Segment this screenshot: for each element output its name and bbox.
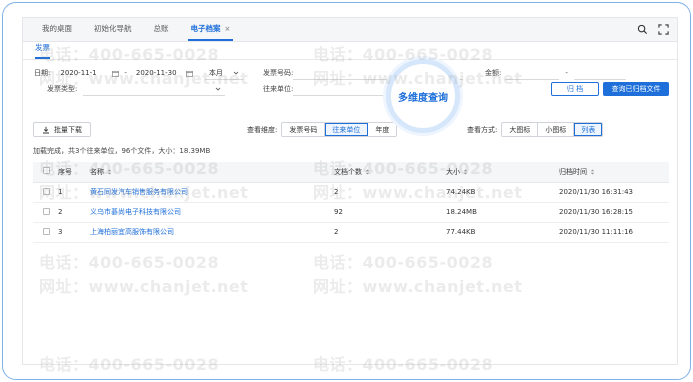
date-label: 日期:: [34, 69, 51, 77]
table-row[interactable]: 3 上海柏丽宜高服饰有限公司 2 77.44KB 2020/11/30 11:1…: [33, 222, 669, 243]
col-archive-time[interactable]: 归档时间: [556, 162, 669, 183]
col-size-label: 大小: [446, 167, 460, 176]
search-icon[interactable]: [637, 24, 648, 35]
sort-icon[interactable]: [463, 169, 468, 175]
select-all-cell[interactable]: [33, 162, 55, 183]
load-summary: 加载完成，共3个往来单位，96个文件，大小：18.39MB: [33, 147, 211, 155]
row-checkbox[interactable]: [43, 187, 50, 195]
archive-button[interactable]: 归 档: [551, 82, 599, 96]
amount-max-input[interactable]: [573, 67, 626, 80]
chevron-down-icon: [233, 71, 239, 75]
col-count-label: 文档个数: [334, 167, 362, 176]
amount-min-input[interactable]: [505, 67, 560, 80]
dimension-label: 查看维度:: [247, 125, 278, 134]
callout-text: 多维度查询: [398, 92, 448, 104]
row-name-link[interactable]: 黄石同发汽车销售服务有限公司: [87, 182, 331, 203]
query-archived-button[interactable]: 查询已归档文件: [603, 82, 669, 96]
toolbar: 批量下载 查看维度: 发票号码 往来单位 年度 查看方式: 大图标 小图标 列表: [23, 122, 677, 138]
app-window: 我的桌面 初始化导航 总账 电子档案 × 发票 日期: 2020-11-1 - …: [22, 17, 678, 365]
col-name[interactable]: 名称: [87, 162, 331, 183]
col-index: 序号: [55, 162, 87, 183]
dimension-option-partner[interactable]: 往来单位: [325, 123, 369, 136]
dimension-segmented-control: 发票号码 往来单位 年度: [281, 122, 398, 137]
table-row[interactable]: 2 义乌市碁尚电子科技有限公司 92 18.24MB 2020/11/30 16…: [33, 202, 669, 223]
tab-e-archive[interactable]: 电子档案 ×: [180, 23, 242, 41]
date-from-value: 2020-11-1: [60, 69, 97, 77]
sort-icon[interactable]: [107, 169, 112, 175]
tab-my-desktop[interactable]: 我的桌面: [31, 23, 83, 41]
row-time: 2020/11/30 11:11:16: [556, 222, 669, 243]
download-icon: [43, 126, 49, 133]
invoice-type-select[interactable]: [83, 83, 226, 96]
top-tab-bar: 我的桌面 初始化导航 总账 电子档案 ×: [23, 18, 677, 42]
col-count[interactable]: 文档个数: [331, 162, 443, 183]
calendar-icon[interactable]: [185, 70, 193, 77]
tab-init-nav[interactable]: 初始化导航: [83, 23, 143, 41]
filter-panel: 日期: 2020-11-1 - 2020-11-30 本月 发票号码: 金额: …: [23, 62, 677, 112]
fullscreen-icon[interactable]: [658, 24, 669, 35]
row-checkbox[interactable]: [43, 227, 50, 235]
view-label: 查看方式:: [467, 125, 498, 134]
batch-download-label: 批量下载: [54, 125, 82, 134]
chevron-down-icon: [216, 87, 221, 91]
select-all-checkbox[interactable]: [43, 167, 50, 175]
dimension-option-invoice-no[interactable]: 发票号码: [282, 123, 326, 136]
tab-close-icon[interactable]: ×: [225, 25, 231, 33]
view-option-small-icon[interactable]: 小图标: [538, 123, 575, 136]
subtab-invoice[interactable]: 发票: [35, 42, 50, 59]
amount-separator: -: [565, 69, 568, 77]
row-name-link[interactable]: 义乌市碁尚电子科技有限公司: [87, 202, 331, 223]
screenshot-frame: 我的桌面 初始化导航 总账 电子档案 × 发票 日期: 2020-11-1 - …: [2, 2, 691, 380]
col-size[interactable]: 大小: [443, 162, 556, 183]
amount-label: 金额:: [485, 69, 502, 77]
calendar-icon[interactable]: [112, 70, 120, 77]
view-option-list[interactable]: 列表: [574, 123, 603, 136]
batch-download-button[interactable]: 批量下载: [33, 122, 91, 137]
row-time: 2020/11/30 16:31:43: [556, 182, 669, 203]
row-size: 74.24KB: [443, 182, 556, 203]
date-to-value: 2020-11-30: [135, 69, 177, 77]
row-name-link[interactable]: 上海柏丽宜高服饰有限公司: [87, 222, 331, 243]
date-to-field[interactable]: 2020-11-30: [132, 67, 184, 80]
tab-general-ledger[interactable]: 总账: [143, 23, 180, 41]
archive-table: 序号 名称 文档个数 大小 归档时间 1 黄石同发汽车销售服务有限公司 2 74…: [33, 162, 669, 243]
row-index: 1: [55, 182, 87, 203]
row-checkbox[interactable]: [43, 207, 50, 215]
row-time: 2020/11/30 16:28:15: [556, 202, 669, 223]
view-segmented-control: 大图标 小图标 列表: [501, 122, 604, 137]
partner-label: 往来单位:: [263, 85, 294, 93]
invoice-type-label: 发票类型:: [47, 85, 78, 93]
table-row[interactable]: 1 黄石同发汽车销售服务有限公司 2 74.24KB 2020/11/30 16…: [33, 182, 669, 203]
row-count: 92: [331, 202, 443, 223]
view-option-large-icon[interactable]: 大图标: [502, 123, 539, 136]
col-name-label: 名称: [90, 167, 104, 176]
dimension-option-year[interactable]: 年度: [368, 123, 396, 136]
date-separator: -: [124, 69, 127, 77]
period-value: 本月: [208, 68, 223, 77]
col-archive-time-label: 归档时间: [559, 167, 587, 176]
multi-dimension-callout: 多维度查询: [386, 59, 460, 133]
invoice-no-label: 发票号码:: [263, 69, 294, 77]
tab-e-archive-label: 电子档案: [190, 24, 221, 33]
sub-tab-bar: 发票: [23, 42, 677, 60]
period-select[interactable]: 本月: [204, 67, 243, 80]
row-size: 77.44KB: [443, 222, 556, 243]
row-size: 18.24MB: [443, 202, 556, 223]
row-index: 2: [55, 202, 87, 223]
row-count: 2: [331, 182, 443, 203]
table-header-row: 序号 名称 文档个数 大小 归档时间: [33, 162, 669, 183]
sort-icon[interactable]: [365, 169, 370, 175]
row-count: 2: [331, 222, 443, 243]
date-from-field[interactable]: 2020-11-1: [56, 67, 110, 80]
row-index: 3: [55, 222, 87, 243]
sort-icon[interactable]: [590, 169, 595, 175]
